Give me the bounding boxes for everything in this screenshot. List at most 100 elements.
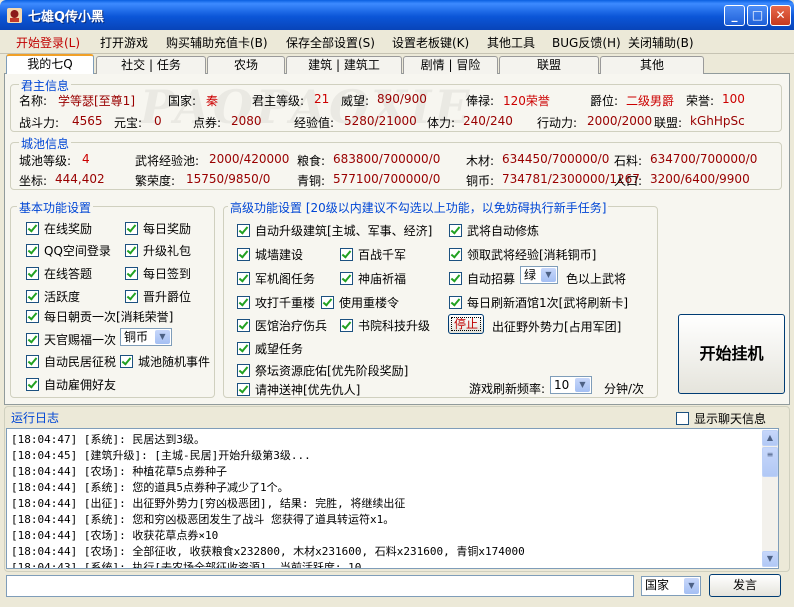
scroll-up-icon[interactable]: ▲ <box>762 430 778 446</box>
chk-army-task[interactable]: 军机阁任务 <box>237 270 315 287</box>
checkbox[interactable] <box>237 383 250 396</box>
chk-tax[interactable]: 自动民居征税 <box>26 353 116 370</box>
checkbox[interactable] <box>26 333 39 346</box>
checkbox[interactable] <box>237 319 250 332</box>
chevron-down-icon[interactable]: ▼ <box>684 578 699 594</box>
chk-city-build[interactable]: 城墙建设 <box>237 246 303 263</box>
chk-label: 自动民居征税 <box>44 355 117 369</box>
checkbox[interactable] <box>676 412 689 425</box>
city-stone-label: 石料: <box>614 154 643 168</box>
checkbox[interactable] <box>26 378 39 391</box>
chk-label: 自动雇佣好友 <box>44 378 117 392</box>
close-button[interactable]: ✕ <box>770 5 791 26</box>
refresh-select[interactable]: 10 ▼ <box>550 376 592 394</box>
tab-social-task[interactable]: 社交 | 任务 <box>96 56 206 74</box>
checkbox[interactable] <box>237 224 250 237</box>
chk-blessing[interactable]: 天官赐福一次 <box>26 331 116 348</box>
chk-auto-cultivate[interactable]: 武将自动修炼 <box>449 222 539 239</box>
chk-promote-rank[interactable]: 晋升爵位 <box>125 288 191 305</box>
checkbox[interactable] <box>125 290 138 303</box>
menu-bug-report[interactable]: BUG反馈(H) <box>552 34 621 51</box>
chk-daily-reward[interactable]: 每日奖励 <box>125 220 191 237</box>
maximize-button[interactable]: □ <box>747 5 768 26</box>
checkbox[interactable] <box>26 355 39 368</box>
tab-other[interactable]: 其他 <box>600 56 704 74</box>
chat-input[interactable] <box>6 575 634 597</box>
chk-city-event[interactable]: 城池随机事件 <box>120 353 210 370</box>
checkbox[interactable] <box>125 244 138 257</box>
checkbox[interactable] <box>26 310 39 323</box>
chk-use-tower-token[interactable]: 使用重楼令 <box>321 294 399 311</box>
chk-temple[interactable]: 神庙祈福 <box>340 270 406 287</box>
checkbox[interactable] <box>237 342 250 355</box>
chk-hundred-war[interactable]: 百战千军 <box>340 246 406 263</box>
checkbox[interactable] <box>237 248 250 261</box>
chk-auto-build[interactable]: 自动升级建筑[主城、军事、经济] <box>237 222 432 239</box>
checkbox[interactable] <box>321 296 334 309</box>
tab-alliance[interactable]: 联盟 <box>499 56 599 74</box>
checkbox[interactable] <box>125 267 138 280</box>
menu-buy-card[interactable]: 购买辅助充值卡(B) <box>166 34 268 51</box>
checkbox[interactable] <box>449 248 462 261</box>
checkbox[interactable] <box>237 272 250 285</box>
chk-qq-login[interactable]: QQ空间登录 <box>26 242 111 259</box>
recruit-color-select[interactable]: 绿 ▼ <box>520 266 558 284</box>
checkbox[interactable] <box>125 222 138 235</box>
chk-daily-signin[interactable]: 每日签到 <box>125 265 191 282</box>
checkbox[interactable] <box>237 364 250 377</box>
chat-channel-select[interactable]: 国家 ▼ <box>641 576 701 596</box>
menu-boss-key[interactable]: 设置老板键(K) <box>392 34 469 51</box>
blessing-select[interactable]: 铜币 ▼ <box>120 328 172 346</box>
checkbox[interactable] <box>237 296 250 309</box>
scroll-thumb[interactable]: ≡ <box>762 447 778 477</box>
checkbox[interactable] <box>340 319 353 332</box>
log-scrollbar[interactable]: ▲ ≡ ▼ <box>762 430 778 567</box>
menu-other-tools[interactable]: 其他工具 <box>487 34 535 51</box>
chk-upgrade-gift[interactable]: 升级礼包 <box>125 242 191 259</box>
checkbox[interactable] <box>26 290 39 303</box>
menu-save-settings[interactable]: 保存全部设置(S) <box>286 34 375 51</box>
chk-show-chat[interactable]: 显示聊天信息 <box>676 410 766 427</box>
chk-label: 每日刷新酒馆1次[武将刷新卡] <box>467 296 628 310</box>
chk-general-exp[interactable]: 领取武将经验[消耗铜币] <box>449 246 596 263</box>
minimize-button[interactable]: _ <box>724 5 745 26</box>
tab-story[interactable]: 剧情 | 冒险 <box>403 56 498 74</box>
chk-altar[interactable]: 祭坛资源庇佑[优先阶段奖励] <box>237 362 408 379</box>
checkbox[interactable] <box>26 244 39 257</box>
menu-open-game[interactable]: 打开游戏 <box>100 34 148 51</box>
chk-online-quiz[interactable]: 在线答题 <box>26 265 92 282</box>
chk-attack-tower[interactable]: 攻打千重楼 <box>237 294 315 311</box>
log-line: [18:04:45] [建筑升级]: [主城-民居]开始升级第3级... <box>11 449 311 462</box>
chk-invite-god[interactable]: 请神送神[优先仇人] <box>237 381 360 398</box>
chk-online-reward[interactable]: 在线奖励 <box>26 220 92 237</box>
menu-start-login[interactable]: 开始登录(L) <box>16 34 80 51</box>
send-button[interactable]: 发言 <box>709 574 781 597</box>
stop-button[interactable]: 停止 <box>448 314 484 334</box>
checkbox[interactable] <box>449 272 462 285</box>
lord-exp-label: 经验值: <box>294 116 335 130</box>
chk-heal[interactable]: 医馆治疗伤兵 <box>237 317 327 334</box>
checkbox[interactable] <box>340 272 353 285</box>
menu-close-helper[interactable]: 关闭辅助(B) <box>628 34 694 51</box>
checkbox[interactable] <box>26 222 39 235</box>
checkbox[interactable] <box>340 248 353 261</box>
checkbox[interactable] <box>449 224 462 237</box>
checkbox[interactable] <box>26 267 39 280</box>
checkbox[interactable] <box>120 355 133 368</box>
chk-prestige-task[interactable]: 威望任务 <box>237 340 303 357</box>
chk-academy[interactable]: 书院科技升级 <box>340 317 430 334</box>
tab-my-qq[interactable]: 我的七Q <box>6 54 94 74</box>
chk-auto-recruit[interactable]: 自动招募 <box>449 270 515 287</box>
scroll-down-icon[interactable]: ▼ <box>762 551 778 567</box>
tab-building[interactable]: 建筑 | 建筑工 <box>286 56 402 74</box>
chk-activity[interactable]: 活跃度 <box>26 288 80 305</box>
chk-hire-friend[interactable]: 自动雇佣好友 <box>26 376 116 393</box>
checkbox[interactable] <box>449 296 462 309</box>
chk-refresh-tavern[interactable]: 每日刷新酒馆1次[武将刷新卡] <box>449 294 628 311</box>
start-hangup-button[interactable]: 开始挂机 <box>678 314 785 394</box>
tab-farm[interactable]: 农场 <box>207 56 285 74</box>
chk-daily-tribute[interactable]: 每日朝贡一次[消耗荣誉] <box>26 308 173 325</box>
chevron-down-icon[interactable]: ▼ <box>155 330 170 344</box>
chevron-down-icon[interactable]: ▼ <box>541 268 556 282</box>
chevron-down-icon[interactable]: ▼ <box>575 378 590 392</box>
